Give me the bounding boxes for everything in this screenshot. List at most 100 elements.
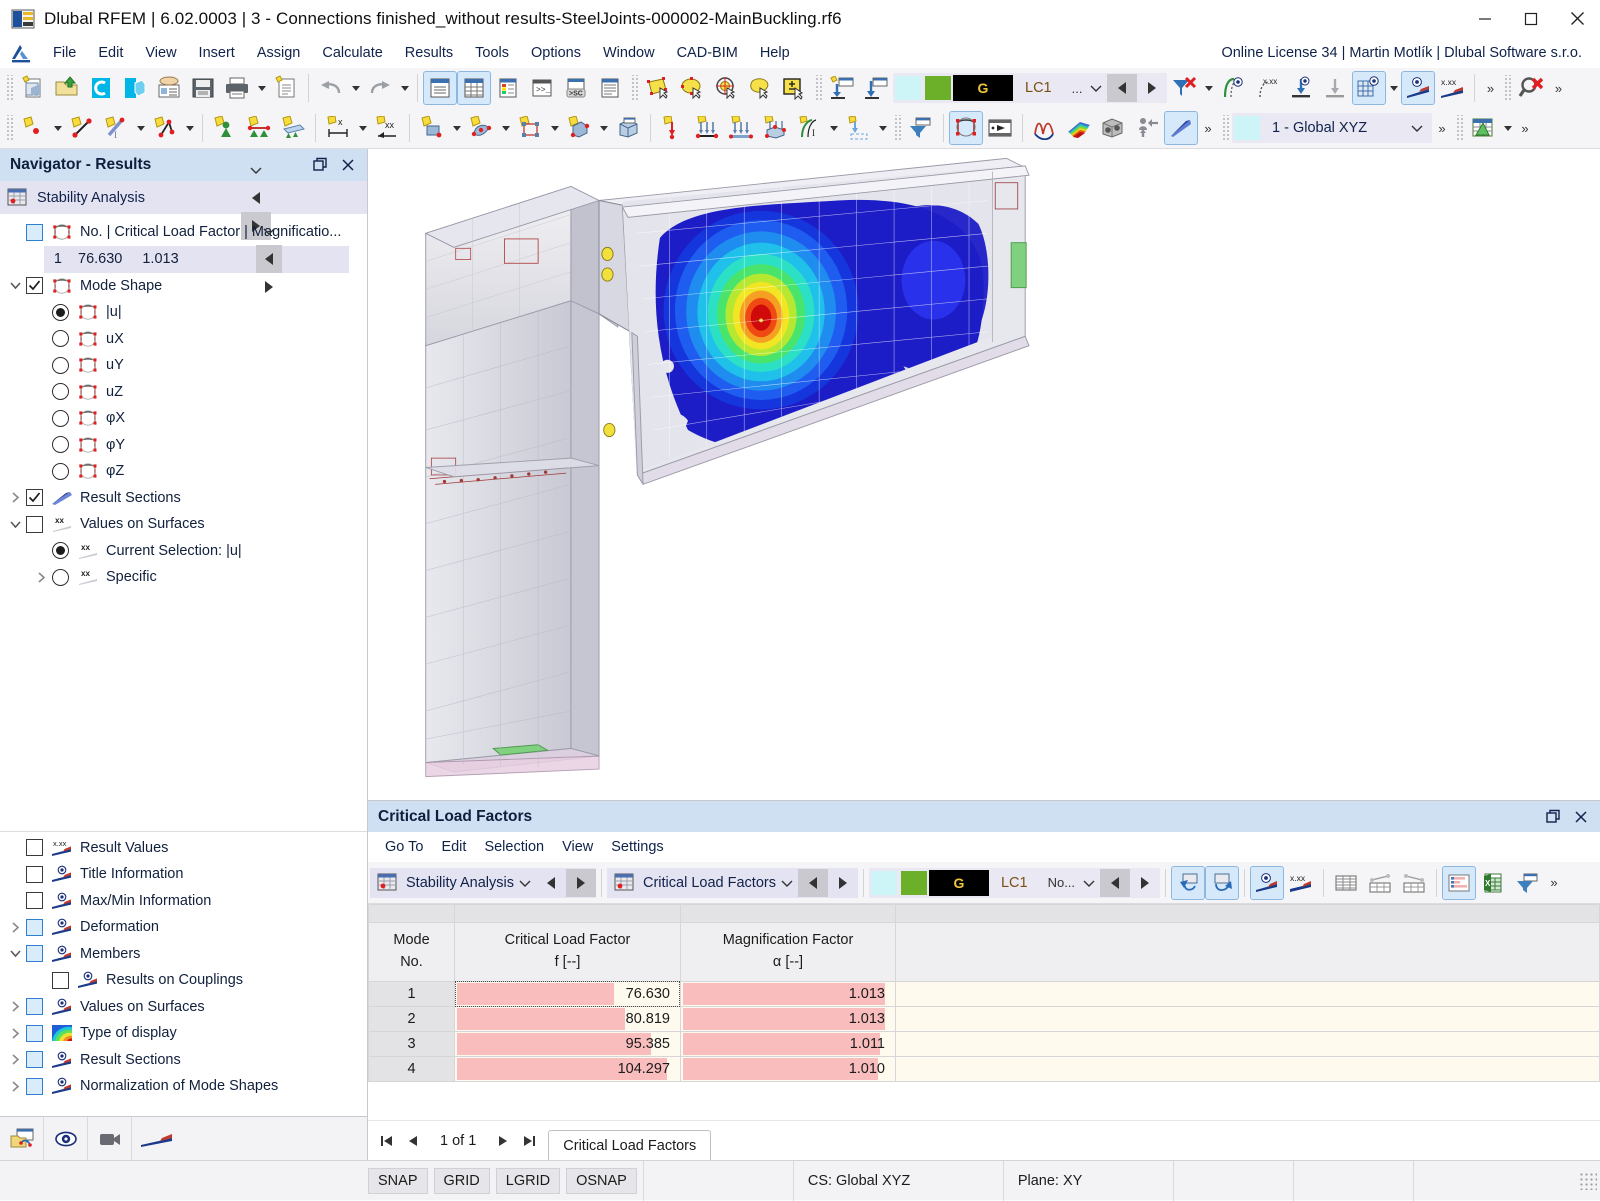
tree-item[interactable]: xx Values on Surfaces: [0, 511, 367, 538]
tree-item[interactable]: Results on Couplings: [0, 967, 367, 994]
table-panel-close-button[interactable]: [1568, 804, 1594, 830]
select-in-graphics-button[interactable]: [1171, 865, 1206, 900]
show-result-diagram-button[interactable]: [1401, 71, 1436, 105]
tree-item[interactable]: Type of display: [0, 1020, 367, 1047]
filter-min-rows-button[interactable]: [1397, 866, 1431, 900]
table-tab-critical-load-factors[interactable]: Critical Load Factors: [548, 1130, 712, 1160]
script-console-toggle[interactable]: >SC: [559, 71, 593, 105]
line-load-button[interactable]: [690, 111, 724, 145]
table-type-chevron-down-icon[interactable]: [776, 869, 798, 897]
result-value-labels-button[interactable]: x.xx: [1284, 866, 1318, 900]
tree-radio[interactable]: [52, 330, 69, 348]
member-dropdown-caret[interactable]: [133, 111, 148, 145]
tree-twisty-icon[interactable]: [30, 433, 52, 457]
text-annotation-button[interactable]: xx: [370, 111, 404, 145]
surface-dropdown-caret[interactable]: [449, 111, 464, 145]
tree-twisty-icon[interactable]: [4, 1021, 26, 1045]
dimension-button[interactable]: x: [321, 111, 355, 145]
cell-magnification-factor[interactable]: 1.013: [680, 1006, 896, 1032]
new-load-case-button[interactable]: [825, 71, 859, 105]
previous-page-button[interactable]: [400, 1126, 426, 1156]
mode-selector-row[interactable]: 1 76.630 1.013: [44, 228, 349, 293]
minimize-button[interactable]: [1462, 0, 1508, 38]
table-row[interactable]: 4 104.297 1.010: [368, 1056, 1600, 1082]
filter-dropdown-caret[interactable]: [1201, 71, 1216, 105]
tree-radio[interactable]: [52, 383, 69, 401]
node-dropdown-caret[interactable]: [50, 111, 65, 145]
tree-radio[interactable]: [52, 462, 69, 480]
redo-dropdown-caret[interactable]: [397, 71, 412, 105]
solid-dropdown-caret[interactable]: [596, 111, 611, 145]
toolbar-overflow-chevron-3[interactable]: »: [1198, 111, 1218, 145]
cell-critical-load-factor[interactable]: 104.297: [454, 1056, 681, 1082]
new-line-support-button[interactable]: [242, 111, 276, 145]
tree-item[interactable]: Result Sections: [0, 485, 367, 512]
cell-blank[interactable]: [895, 1006, 1600, 1032]
open-cloud-button[interactable]: [84, 71, 118, 105]
menu-options[interactable]: Options: [520, 42, 592, 64]
cell-magnification-factor[interactable]: 1.010: [680, 1056, 896, 1082]
add-to-selection-button[interactable]: [777, 71, 811, 105]
tree-twisty-icon[interactable]: [4, 512, 26, 536]
table-load-case-selector[interactable]: G LC1 No...: [868, 867, 1161, 898]
select-by-window-button[interactable]: [641, 71, 675, 105]
tree-item[interactable]: uX: [0, 326, 367, 353]
dimension-dropdown-caret[interactable]: [355, 111, 370, 145]
free-rectangular-load-button[interactable]: [841, 111, 875, 145]
column-header-magnification-factor[interactable]: Magnification Factor α [--]: [680, 922, 896, 982]
new-curved-surface-button[interactable]: [464, 111, 498, 145]
menu-edit[interactable]: Edit: [87, 42, 134, 64]
next-page-button[interactable]: [490, 1126, 516, 1156]
tree-twisty-icon[interactable]: [4, 995, 26, 1019]
toolbar-overflow-chevron-5[interactable]: »: [1515, 111, 1535, 145]
tree-item[interactable]: Deformation: [0, 914, 367, 941]
new-surface-support-button[interactable]: [276, 111, 310, 145]
tree-item[interactable]: uY: [0, 352, 367, 379]
select-by-radius-button[interactable]: [709, 71, 743, 105]
toolbar-grip[interactable]: [1221, 115, 1229, 141]
tree-radio[interactable]: [52, 303, 69, 321]
polyline-dropdown-caret[interactable]: [182, 111, 197, 145]
tree-item[interactable]: x.xx Result Values: [0, 835, 367, 862]
viewpoint-button[interactable]: [1130, 111, 1164, 145]
results-on-surfaces-button[interactable]: [1284, 71, 1318, 105]
cell-critical-load-factor[interactable]: 76.630: [454, 981, 681, 1007]
cell-magnification-factor[interactable]: 1.013: [680, 981, 896, 1007]
tree-twisty-icon[interactable]: [30, 300, 52, 324]
tree-radio[interactable]: [52, 436, 69, 454]
tree-checkbox[interactable]: [26, 1077, 43, 1095]
column-header-critical-load-factor[interactable]: Critical Load Factor f [--]: [454, 922, 681, 982]
tree-twisty-icon[interactable]: [4, 862, 26, 886]
save-button[interactable]: [186, 71, 220, 105]
tree-item[interactable]: Result Sections: [0, 1047, 367, 1074]
menu-insert[interactable]: Insert: [188, 42, 246, 64]
tree-twisty-icon[interactable]: [4, 1048, 26, 1072]
tree-twisty-icon[interactable]: [30, 459, 52, 483]
tree-checkbox[interactable]: [52, 971, 69, 989]
free-load-dropdown-caret[interactable]: [826, 111, 841, 145]
new-quad-surface-button[interactable]: [513, 111, 547, 145]
last-page-button[interactable]: [516, 1126, 542, 1156]
surface-load-button[interactable]: [724, 111, 758, 145]
toolbar-overflow-chevron-2[interactable]: »: [1548, 71, 1568, 105]
select-freehand-button[interactable]: [743, 71, 777, 105]
table-menu-goto[interactable]: Go To: [376, 836, 432, 858]
toolbar-grip[interactable]: [1455, 115, 1463, 141]
solid-block-button[interactable]: [611, 111, 645, 145]
first-page-button[interactable]: [374, 1126, 400, 1156]
load-case-selector[interactable]: G LC1 ...: [893, 73, 1168, 103]
tree-twisty-icon[interactable]: [30, 327, 52, 351]
tree-twisty-icon[interactable]: [30, 406, 52, 430]
surface-results-rainbow-button[interactable]: [1062, 111, 1096, 145]
table-analysis-previous-button[interactable]: [536, 869, 566, 897]
deformation-diagram-button[interactable]: [1028, 111, 1062, 145]
tree-checkbox[interactable]: [26, 515, 43, 533]
menu-help[interactable]: Help: [749, 42, 801, 64]
open-model-button[interactable]: [50, 71, 84, 105]
undo-dropdown-caret[interactable]: [348, 71, 363, 105]
color-legend-panel-toggle[interactable]: [491, 71, 525, 105]
toolbar-grip[interactable]: [1503, 75, 1512, 101]
table-row[interactable]: 3 95.385 1.011: [368, 1031, 1600, 1057]
show-deformation-button[interactable]: [1216, 71, 1250, 105]
clear-filter-button[interactable]: [1167, 71, 1201, 105]
